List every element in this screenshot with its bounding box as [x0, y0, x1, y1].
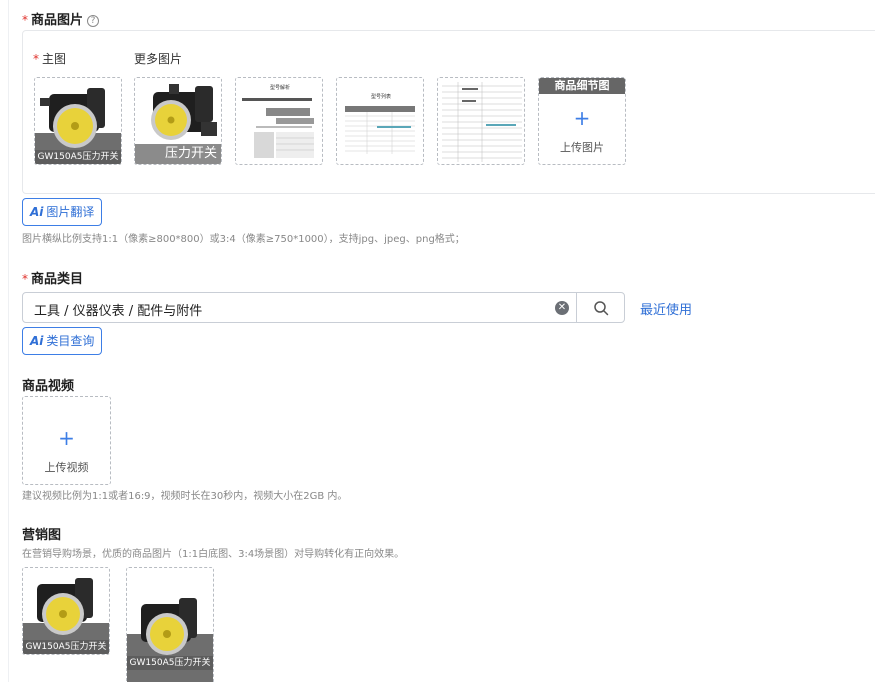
marketing-title: 营销图 [22, 528, 62, 543]
image-translate-button[interactable]: Ai 图片翻译 [22, 198, 103, 226]
spec-document-image: 型号解析 [236, 78, 322, 164]
section-title: 商品图片 [31, 13, 84, 28]
marketing-hint: 在营销导购场景，优质的商品图片（1:1白底图、3:4场景图）对导购转化有正向效果… [22, 549, 405, 560]
video-upload[interactable]: + 上传视频 [22, 396, 111, 485]
model-list-image: 型号列表 [337, 78, 423, 164]
model-list-thumb[interactable]: 型号列表 [336, 77, 424, 165]
image-format-hint: 图片横纵比例支持1:1（像素≥800*800）或3:4（像素≥750*1000）… [22, 234, 465, 245]
left-divider [8, 0, 9, 682]
main-image-label: * 主图 [33, 50, 66, 67]
doc-title: 型号列表 [371, 93, 391, 100]
parameter-table-image [438, 78, 524, 164]
category-search-button[interactable] [576, 292, 625, 323]
plus-icon: + [573, 106, 591, 130]
video-hint: 建议视频比例为1:1或者16:9，视频时长在30秒内，视频大小在2GB 内。 [22, 491, 348, 502]
upload-video-label: 上传视频 [44, 461, 89, 474]
image-caption: GW150A5压力开关 [127, 656, 213, 670]
section-title: 商品类目 [31, 272, 84, 287]
image-caption: GW150A5压力开关 [35, 150, 121, 164]
plus-icon: + [58, 426, 75, 450]
main-label-text: 主图 [42, 52, 67, 66]
image-caption: 压力开关 [135, 144, 221, 164]
detail-tile-header: 商品细节图 [539, 78, 625, 94]
button-label: 图片翻译 [46, 205, 95, 219]
detail-image-upload[interactable]: 商品细节图 + 上传图片 [538, 77, 626, 165]
marketing-image-square[interactable]: GW150A5压力开关 [22, 567, 110, 655]
help-icon[interactable]: ? [87, 15, 100, 27]
search-icon [594, 300, 609, 315]
main-image-thumb[interactable]: GW150A5压力开关 [34, 77, 122, 165]
upload-image-label: 上传图片 [560, 141, 604, 154]
doc-title: 型号解析 [270, 84, 290, 91]
product-images-heading: * 商品图片? [22, 9, 100, 28]
recent-used-link[interactable]: 最近使用 [640, 299, 692, 318]
image-caption: GW150A5压力开关 [23, 640, 109, 654]
button-label: 类目查询 [46, 334, 95, 348]
parameter-table-thumb[interactable] [437, 77, 525, 165]
more-image-thumb[interactable]: 压力开关 [134, 77, 222, 165]
spec-doc-thumb[interactable]: 型号解析 [235, 77, 323, 165]
more-images-label: 更多图片 [134, 52, 183, 66]
category-query-button[interactable]: Ai 类目查询 [22, 327, 103, 355]
category-select[interactable]: 工具 / 仪器仪表 / 配件与附件 ✕ [22, 292, 625, 323]
ai-icon: Ai [30, 205, 44, 219]
ai-icon: Ai [30, 334, 44, 348]
required-mark: * [22, 13, 28, 27]
category-value: 工具 / 仪器仪表 / 配件与附件 [34, 304, 203, 319]
required-mark: * [33, 52, 39, 66]
video-title: 商品视频 [22, 379, 75, 394]
clear-icon[interactable]: ✕ [555, 301, 569, 315]
required-mark: * [22, 272, 28, 286]
category-heading: * 商品类目 [22, 268, 83, 287]
marketing-image-portrait[interactable]: GW150A5压力开关 [126, 567, 214, 682]
